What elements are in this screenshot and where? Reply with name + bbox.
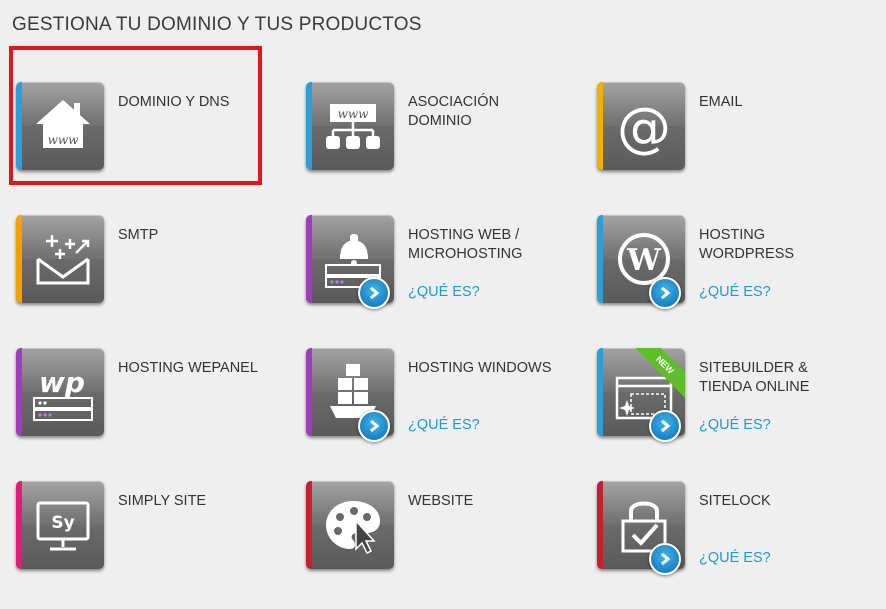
product-hosting-wepanel[interactable]: wp HOSTING WEPANEL: [16, 348, 301, 468]
email-label[interactable]: EMAIL: [699, 93, 874, 112]
hosting-web-label[interactable]: HOSTING WEB / MICROHOSTING: [408, 226, 583, 264]
svg-text:W: W: [626, 243, 662, 278]
product-email[interactable]: @ EMAIL: [597, 82, 882, 202]
svg-text:Sy: Sy: [51, 513, 74, 533]
hosting-web-info-link[interactable]: ¿QUÉ ES?: [408, 284, 480, 300]
hosting-wepanel-label[interactable]: HOSTING WEPANEL: [118, 359, 293, 378]
sitebuilder-info-button[interactable]: [649, 410, 681, 442]
www-network-icon: www: [326, 104, 380, 149]
product-website[interactable]: WEBSITE: [306, 481, 591, 601]
asociacion-dominio-label[interactable]: ASOCIACIÓN DOMINIO: [408, 93, 583, 131]
asociacion-dominio-tile[interactable]: www: [306, 82, 394, 170]
smtp-tile[interactable]: [16, 215, 104, 303]
highlight-box: [9, 46, 262, 185]
product-sitebuilder[interactable]: NEW SITEBUILDER & TIENDA ONLINE ¿QUÉ ES?: [597, 348, 882, 468]
hosting-wordpress-info-button[interactable]: [649, 277, 681, 309]
svg-text:@: @: [617, 96, 671, 158]
product-simply-site[interactable]: Sy SIMPLY SITE: [16, 481, 301, 601]
sitelock-info-button[interactable]: [649, 543, 681, 575]
envelope-sparkle-icon: [36, 235, 90, 285]
chevron-right-icon: [370, 286, 380, 300]
svg-text:www: www: [338, 107, 370, 121]
product-sitelock[interactable]: SITELOCK ¿QUÉ ES?: [597, 481, 882, 601]
smtp-label[interactable]: SMTP: [118, 226, 293, 245]
chevron-right-icon: [661, 552, 671, 566]
hosting-wordpress-info-link[interactable]: ¿QUÉ ES?: [699, 284, 771, 300]
chevron-right-icon: [661, 419, 671, 433]
email-tile[interactable]: @: [597, 82, 685, 170]
page-title: GESTIONA TU DOMINIO Y TUS PRODUCTOS: [12, 14, 422, 35]
palette-cursor-icon: [326, 501, 380, 555]
product-hosting-web[interactable]: HOSTING WEB / MICROHOSTING ¿QUÉ ES?: [306, 215, 591, 335]
sitelock-label[interactable]: SITELOCK: [699, 492, 874, 511]
monitor-sy-icon: Sy: [36, 501, 90, 551]
hosting-web-info-button[interactable]: [358, 277, 390, 309]
sitebuilder-info-link[interactable]: ¿QUÉ ES?: [699, 417, 771, 433]
simply-site-tile[interactable]: Sy: [16, 481, 104, 569]
sitebuilder-label[interactable]: SITEBUILDER & TIENDA ONLINE: [699, 359, 874, 397]
svg-text:wp: wp: [39, 366, 85, 399]
hosting-windows-info-link[interactable]: ¿QUÉ ES?: [408, 417, 480, 433]
hosting-wepanel-tile[interactable]: wp: [16, 348, 104, 436]
product-hosting-wordpress[interactable]: W HOSTING WORDPRESS ¿QUÉ ES?: [597, 215, 882, 335]
sitelock-info-link[interactable]: ¿QUÉ ES?: [699, 550, 771, 566]
product-smtp[interactable]: SMTP: [16, 215, 301, 335]
product-asociacion-dominio[interactable]: www ASOCIACIÓN DOMINIO: [306, 82, 591, 202]
wp-panel-icon: wp: [33, 366, 93, 421]
website-label[interactable]: WEBSITE: [408, 492, 583, 511]
product-hosting-windows[interactable]: HOSTING WINDOWS ¿QUÉ ES?: [306, 348, 591, 468]
website-tile[interactable]: [306, 481, 394, 569]
hosting-windows-label[interactable]: HOSTING WINDOWS: [408, 359, 583, 378]
hosting-windows-info-button[interactable]: [358, 410, 390, 442]
at-sign-icon: @: [617, 96, 671, 158]
hosting-wordpress-label[interactable]: HOSTING WORDPRESS: [699, 226, 874, 264]
simply-site-label[interactable]: SIMPLY SITE: [118, 492, 293, 511]
chevron-right-icon: [661, 286, 671, 300]
chevron-right-icon: [370, 419, 380, 433]
